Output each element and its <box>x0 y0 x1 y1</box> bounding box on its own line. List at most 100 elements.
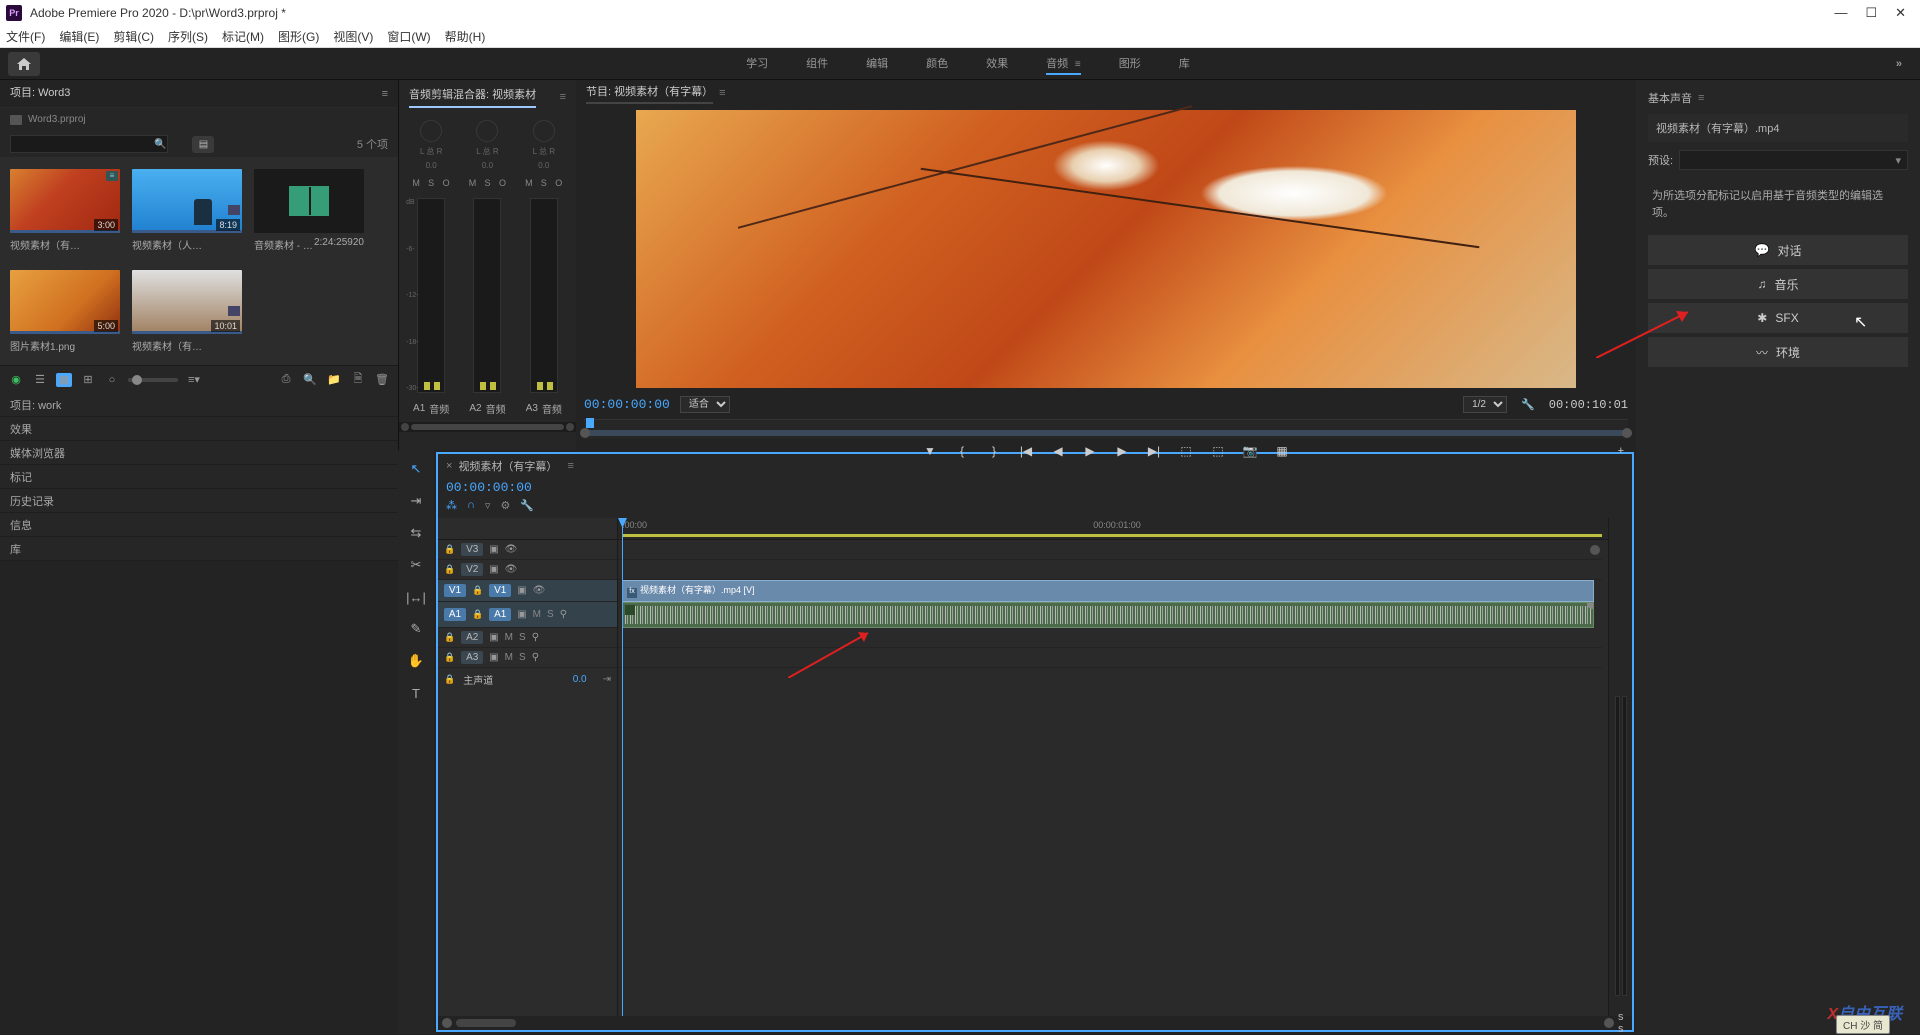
mixer-scrollbar[interactable] <box>399 422 576 432</box>
panel-tab-libraries[interactable]: 库 <box>0 537 398 561</box>
mute-button[interactable]: M <box>410 178 422 188</box>
goto-icon[interactable]: ⇥ <box>603 674 611 685</box>
pan-knob[interactable] <box>420 120 442 142</box>
panel-tab-markers[interactable]: 标记 <box>0 465 398 489</box>
add-marker-button[interactable]: ▼ <box>921 443 939 459</box>
maximize-button[interactable]: ☐ <box>1865 5 1877 21</box>
toggle-track-output-icon[interactable]: ▣ <box>489 564 498 575</box>
workspace-assembly[interactable]: 组件 <box>806 53 828 75</box>
voiceover-button[interactable]: O <box>496 178 508 188</box>
track-target[interactable]: A1 <box>489 608 511 621</box>
timeline-tracks-area[interactable]: :00:00 00:00:01:00 fx视频素材（有字幕）.mp4 [V] <box>618 518 1608 1016</box>
lock-icon[interactable]: 🔒 <box>444 544 455 555</box>
program-time-ruler[interactable] <box>584 419 1628 439</box>
panel-menu-icon[interactable]: ≡ <box>1698 92 1704 104</box>
toggle-track-output-icon[interactable]: ▣ <box>489 652 498 663</box>
menu-clip[interactable]: 剪辑(C) <box>113 28 154 45</box>
program-tab[interactable]: 节目: 视频素材（有字幕） <box>586 83 713 104</box>
track-header-a3[interactable]: 🔒A3▣MS⚲ <box>438 648 617 668</box>
track-label[interactable]: V3 <box>461 543 483 556</box>
track-label[interactable]: A3 <box>461 651 483 664</box>
project-item[interactable]: 5:00 图片素材1.png <box>10 270 120 353</box>
minimize-button[interactable]: — <box>1834 5 1847 21</box>
hand-tool[interactable]: ✋ <box>406 652 426 670</box>
settings-icon[interactable]: 🔧 <box>1521 398 1535 411</box>
linked-selection-icon[interactable]: ∩ <box>467 499 475 512</box>
go-to-out-button[interactable]: ▶| <box>1145 443 1163 459</box>
track-header-v3[interactable]: 🔒V3▣👁 <box>438 540 617 560</box>
button-editor-button[interactable]: + <box>1618 445 1624 457</box>
export-frame-button[interactable]: 📷 <box>1241 443 1259 459</box>
mixer-tab[interactable]: 音频剪辑混合器: 视频素材 <box>409 86 536 108</box>
add-marker-icon[interactable]: ▿ <box>485 499 491 512</box>
settings-icon[interactable]: ⚙ <box>500 499 510 512</box>
project-item[interactable]: 8:19 视频素材（人… <box>132 169 242 252</box>
zoom-slider[interactable] <box>128 378 178 382</box>
program-resolution-select[interactable]: 1/2 <box>1463 396 1507 413</box>
sequence-tab[interactable]: 视频素材（有字幕） <box>458 458 557 474</box>
voiceover-icon[interactable]: ⚲ <box>532 652 539 663</box>
pan-knob[interactable] <box>533 120 555 142</box>
project-tab[interactable]: 项目: Word3 <box>10 84 70 104</box>
lock-icon[interactable]: 🔒 <box>444 632 455 643</box>
project-item[interactable]: 10:01 视频素材（有… <box>132 270 242 353</box>
track-label[interactable]: A2 <box>461 631 483 644</box>
sfx-button[interactable]: ✱SFX <box>1648 303 1908 333</box>
video-clip[interactable]: fx视频素材（有字幕）.mp4 [V] <box>622 580 1594 602</box>
play-button[interactable]: ▶ <box>1081 443 1099 459</box>
lock-icon[interactable]: 🔒 <box>472 609 483 620</box>
work-area-bar[interactable] <box>622 534 1602 537</box>
project-item[interactable]: 3:00≡ 视频素材（有… <box>10 169 120 252</box>
essential-sound-tab[interactable]: 基本声音 <box>1648 90 1692 106</box>
lock-icon[interactable]: 🔒 <box>444 652 455 663</box>
snap-icon[interactable]: ⁂ <box>446 499 457 512</box>
menu-graphics[interactable]: 图形(G) <box>278 28 319 45</box>
write-toggle-icon[interactable]: ◉ <box>8 373 24 387</box>
voiceover-button[interactable]: O <box>553 178 565 188</box>
preset-dropdown[interactable]: ▾ <box>1679 150 1908 170</box>
project-item[interactable]: 音频素材 - …2:24:25920 <box>254 169 364 252</box>
automate-icon[interactable]: ⎙ <box>278 373 294 387</box>
pan-knob[interactable] <box>476 120 498 142</box>
panel-tab-media-browser[interactable]: 媒体浏览器 <box>0 441 398 465</box>
lock-icon[interactable]: 🔒 <box>444 564 455 575</box>
panel-menu-icon[interactable]: ≡ <box>560 91 566 103</box>
panel-tab-effects[interactable]: 效果 <box>0 417 398 441</box>
playhead-icon[interactable] <box>586 418 594 428</box>
voiceover-icon[interactable]: ⚲ <box>560 609 567 620</box>
toggle-track-output-icon[interactable]: ▣ <box>517 585 526 596</box>
solo-button[interactable]: S <box>519 652 526 663</box>
project-grid[interactable]: 3:00≡ 视频素材（有… 8:19 视频素材（人… 音频素材 - …2:24:… <box>0 157 398 365</box>
eye-icon[interactable]: 👁 <box>533 585 546 596</box>
eye-icon[interactable]: 👁 <box>505 544 518 555</box>
mute-button[interactable]: M <box>533 609 541 620</box>
master-value[interactable]: 0.0 <box>573 674 587 685</box>
razor-tool[interactable]: ✂ <box>406 556 426 574</box>
track-header-a1[interactable]: A1🔒A1▣MS⚲ <box>438 602 617 628</box>
ambience-button[interactable]: 〰环境 <box>1648 337 1908 367</box>
toggle-track-output-icon[interactable]: ▣ <box>517 609 526 620</box>
workspace-graphics[interactable]: 图形 <box>1119 53 1141 75</box>
slip-tool[interactable]: |↔| <box>406 588 426 606</box>
solo-button[interactable]: S <box>519 632 526 643</box>
selection-tool[interactable]: ↖ <box>406 460 426 478</box>
menu-window[interactable]: 窗口(W) <box>387 28 430 45</box>
panel-tab-history[interactable]: 历史记录 <box>0 489 398 513</box>
panel-tab-info[interactable]: 信息 <box>0 513 398 537</box>
menu-view[interactable]: 视图(V) <box>333 28 373 45</box>
menu-file[interactable]: 文件(F) <box>6 28 45 45</box>
new-item-icon[interactable]: 🗎 <box>350 373 366 387</box>
workspace-editing[interactable]: 编辑 <box>866 53 888 75</box>
dialogue-button[interactable]: 💬对话 <box>1648 235 1908 265</box>
track-label[interactable]: V2 <box>461 563 483 576</box>
find-icon[interactable]: 🔍 <box>302 373 318 387</box>
toggle-track-output-icon[interactable]: ▣ <box>489 632 498 643</box>
menu-markers[interactable]: 标记(M) <box>222 28 264 45</box>
timeline-playhead[interactable] <box>622 518 623 1016</box>
comparison-view-button[interactable]: ▦ <box>1273 443 1291 459</box>
master-track[interactable]: 🔒主声道0.0⇥ <box>438 668 617 690</box>
panel-menu-icon[interactable]: ≡ <box>719 87 725 99</box>
lock-icon[interactable]: 🔒 <box>472 585 483 596</box>
extract-button[interactable]: ⬚ <box>1209 443 1227 459</box>
workspace-overflow[interactable]: » <box>1896 58 1902 70</box>
